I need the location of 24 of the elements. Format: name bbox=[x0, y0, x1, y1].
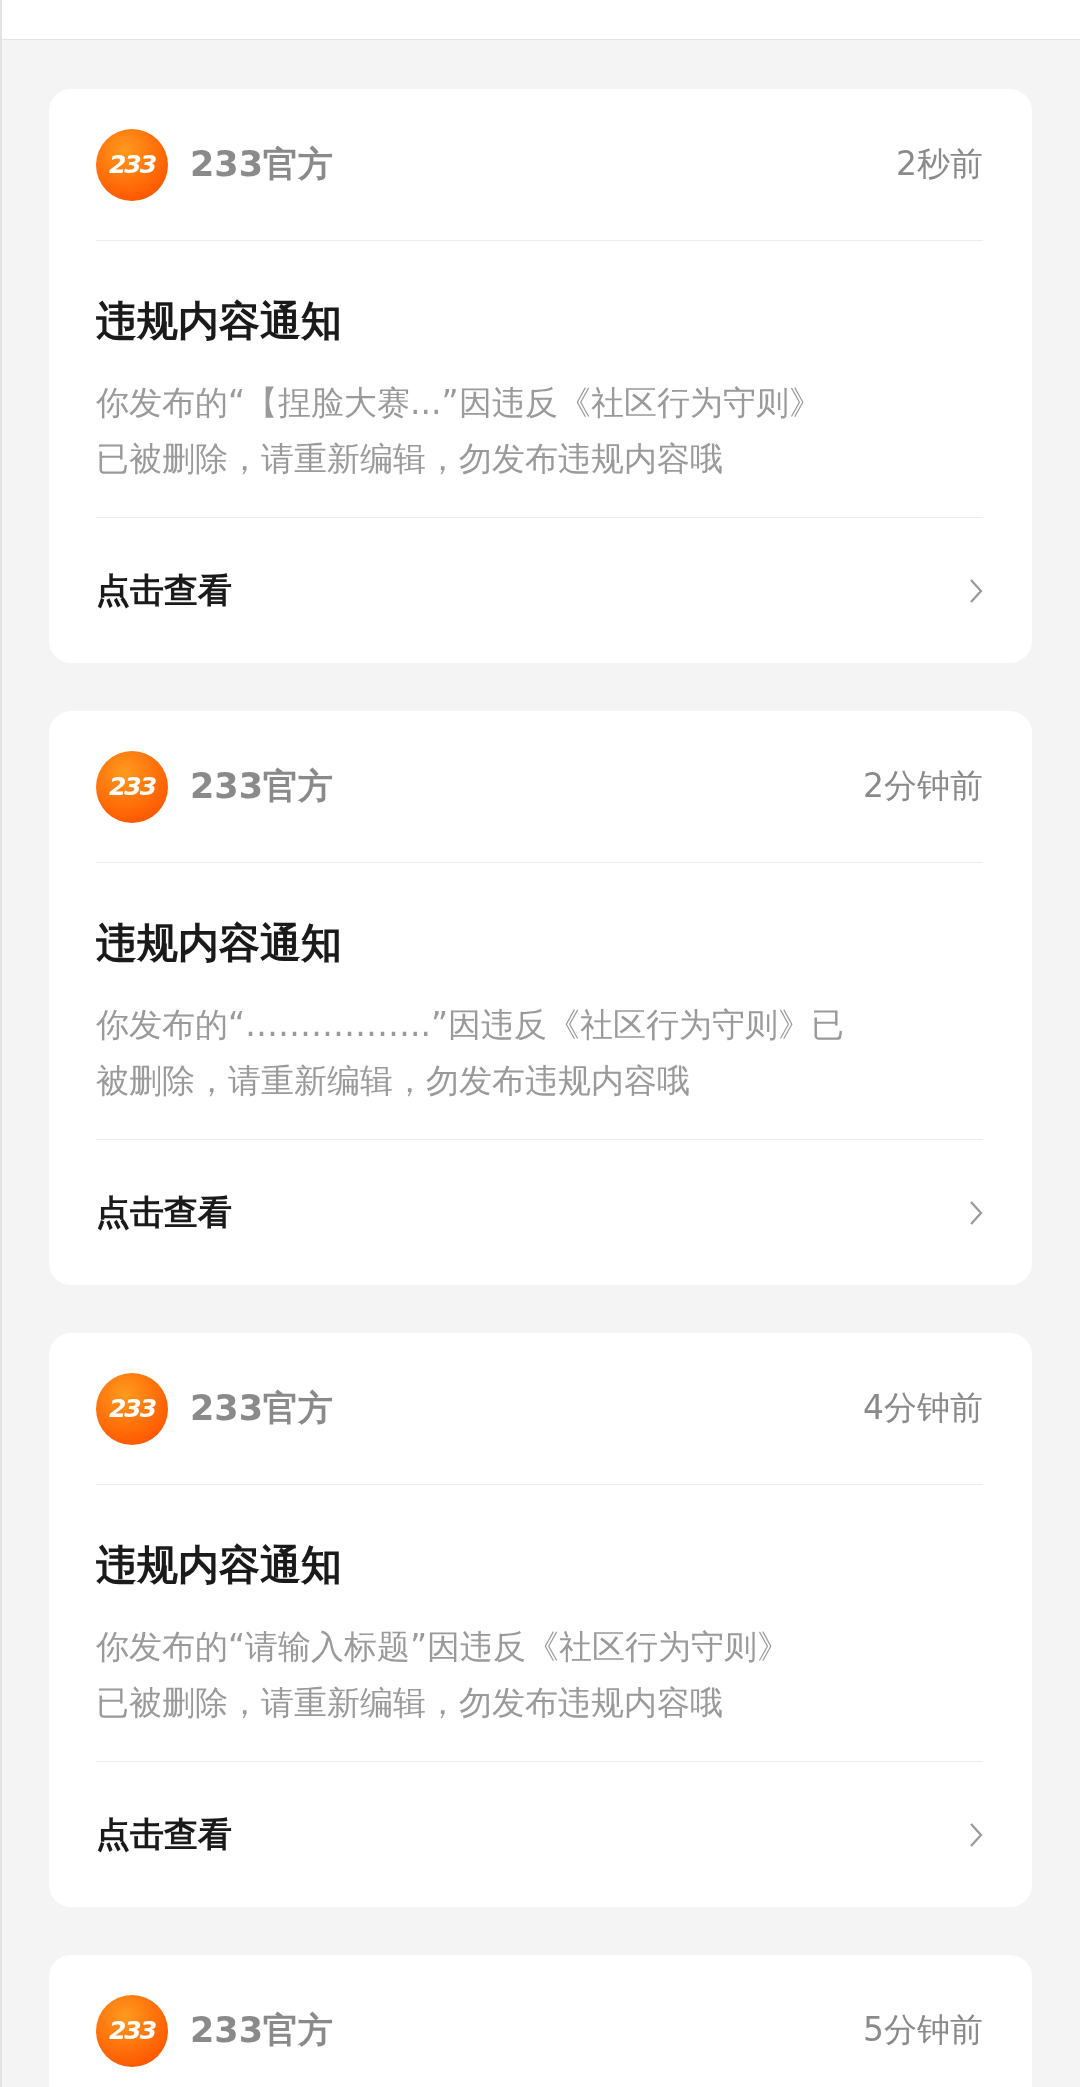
sender-name: 233官方 bbox=[190, 765, 335, 808]
chevron-right-icon bbox=[969, 577, 983, 604]
chevron-right-icon bbox=[969, 1199, 983, 1226]
timestamp: 4分钟前 bbox=[863, 1387, 983, 1429]
notification-title: 违规内容通知 bbox=[96, 1540, 343, 1591]
timestamp: 5分钟前 bbox=[863, 2009, 983, 2051]
chevron-right-icon bbox=[969, 1821, 983, 1848]
notification-text: 你发布的“……………..”因违反《社区行为守则》已 被删除，请重新编辑，勿发布违规内容哦 bbox=[96, 1004, 846, 1102]
logo-icon: 233 bbox=[96, 128, 168, 201]
view-link[interactable]: 点击查看 bbox=[96, 1189, 232, 1236]
notification-text: 你发布的“请输入标题”因违反《社区行为守则》 已被删除，请重新编辑，勿发布违规内容哦 bbox=[96, 1626, 792, 1724]
timestamp: 2秒前 bbox=[896, 143, 983, 185]
timestamp: 2分钟前 bbox=[863, 765, 983, 807]
logo-icon: 233 bbox=[96, 750, 168, 823]
view-link[interactable]: 点击查看 bbox=[96, 567, 232, 614]
notification-text: 你发布的“【捏脸大赛...”因违反《社区行为守则》 已被删除，请重新编辑，勿发布违规内容哦 bbox=[96, 382, 823, 480]
logo-icon: 233 bbox=[96, 1994, 168, 2067]
sender-name: 233官方 bbox=[190, 143, 335, 186]
logo-icon: 233 bbox=[96, 1372, 168, 1445]
sender-name: 233官方 bbox=[190, 2009, 335, 2052]
notification-title: 违规内容通知 bbox=[96, 296, 343, 347]
view-link[interactable]: 点击查看 bbox=[96, 1811, 232, 1858]
notification-title: 违规内容通知 bbox=[96, 918, 343, 969]
sender-name: 233官方 bbox=[190, 1387, 335, 1430]
